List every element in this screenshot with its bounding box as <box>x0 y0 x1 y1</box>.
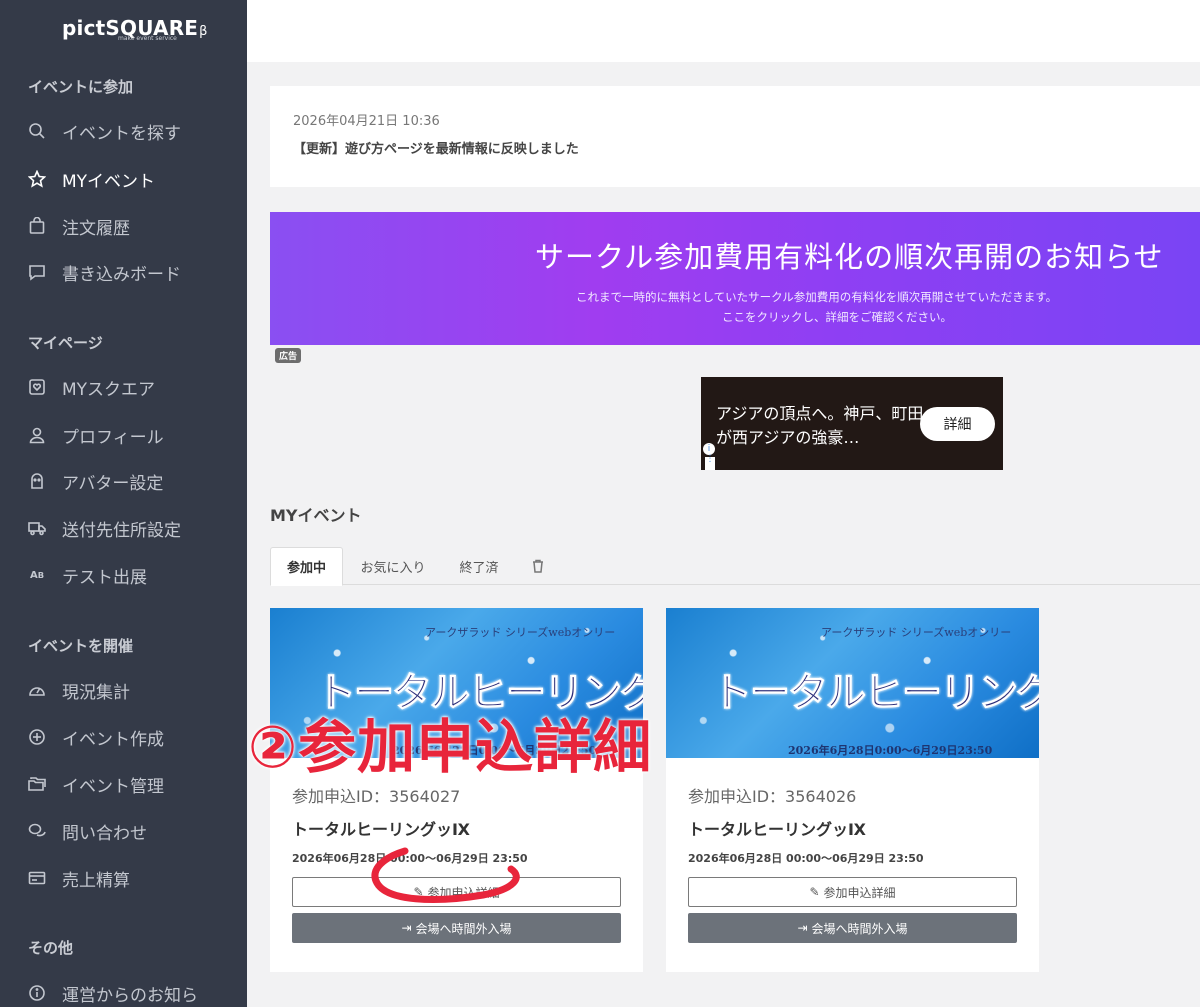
plus-circle-icon <box>28 728 46 746</box>
event-tabs: 参加中 お気に入り 終了済 <box>270 547 1200 586</box>
enter-venue-button[interactable]: ⇥ 会場へ時間外入場 <box>292 913 621 943</box>
sidebar-item-my-events[interactable]: MYイベント <box>28 164 155 194</box>
sidebar: pictSQUAREβ make event service イベントに参加 イ… <box>0 0 247 1007</box>
chats-icon <box>28 822 46 840</box>
section-title-join: イベントに参加 <box>28 78 134 96</box>
avatar-icon <box>28 472 46 490</box>
enter-icon: ⇥ <box>797 921 808 935</box>
event-card: アークザラッド シリーズwebオンリー トータルヒーリングッⅨ 2026年6月2… <box>270 608 643 972</box>
section-title-mypage: マイページ <box>28 334 103 352</box>
sidebar-item-order-history[interactable]: 注文履歴 <box>28 211 130 241</box>
truck-icon <box>28 519 46 537</box>
event-card: アークザラッド シリーズwebオンリー トータルヒーリングッⅨ 2026年6月2… <box>666 608 1039 972</box>
ab-icon: AB <box>29 569 45 581</box>
my-events-title: MYイベント <box>270 506 362 525</box>
image-subtitle: アークザラッド シリーズwebオンリー <box>425 626 616 639</box>
enter-icon: ⇥ <box>401 921 412 935</box>
brand-tagline: make event service <box>118 35 177 42</box>
sidebar-item-stats[interactable]: 現況集計 <box>28 675 130 705</box>
section-title-other: その他 <box>28 939 74 957</box>
entry-id: 参加申込ID：3564026 <box>688 787 857 806</box>
card-icon <box>28 869 46 887</box>
trash-icon[interactable] <box>522 547 554 585</box>
sidebar-item-create-event[interactable]: イベント作成 <box>28 722 164 752</box>
news-title[interactable]: 【更新】遊び方ページを最新情報に反映しました <box>293 138 579 157</box>
news-date: 2026年04月21日 10:36 <box>293 114 440 129</box>
ad-detail-button[interactable]: 詳細 <box>920 407 995 441</box>
event-period: 2026年06月28日 00:00〜06月29日 23:50 <box>688 852 924 865</box>
info-icon <box>28 984 46 1002</box>
announcement-banner[interactable]: サークル参加費用有料化の順次再開のお知らせ これまで一時的に無料としていたサーク… <box>270 212 1200 345</box>
banner-line-1: これまで一時的に無料としていたサークル参加費用の有料化を順次再開させていただきま… <box>576 290 1058 304</box>
tab-finished[interactable]: 終了済 <box>446 547 512 585</box>
square-heart-icon <box>28 378 46 396</box>
folders-icon <box>28 775 46 793</box>
news-card[interactable]: 2026年04月21日 10:36 【更新】遊び方ページを最新情報に反映しました <box>270 86 1200 187</box>
chat-icon <box>28 263 46 281</box>
sidebar-item-my-square[interactable]: MYスクエア <box>28 372 155 402</box>
sidebar-item-profile[interactable]: プロフィール <box>28 420 164 450</box>
annotation-label: ②参加申込詳細 <box>248 713 653 781</box>
sidebar-item-sales[interactable]: 売上精算 <box>28 863 130 893</box>
ad-box[interactable]: アジアの頂点へ。神戸、町田が西アジアの強豪… 詳細 i ⋮ <box>701 377 1003 470</box>
ad-text: アジアの頂点へ。神戸、町田が西アジアの強豪… <box>716 404 924 447</box>
top-header <box>247 0 1200 62</box>
event-name: トータルヒーリングッⅨ <box>292 820 470 839</box>
image-title: トータルヒーリングッⅨ <box>711 669 1039 717</box>
event-banner-image[interactable]: アークザラッド シリーズwebオンリー トータルヒーリングッⅨ 2026年6月2… <box>666 608 1039 758</box>
sidebar-item-avatar[interactable]: アバター設定 <box>28 466 163 496</box>
sidebar-item-announcements[interactable]: 運営からのお知ら <box>28 978 198 1007</box>
sidebar-item-manage-events[interactable]: イベント管理 <box>28 769 164 799</box>
entry-id: 参加申込ID：3564027 <box>292 787 461 806</box>
star-icon <box>28 170 46 188</box>
enter-venue-button[interactable]: ⇥ 会場へ時間外入場 <box>688 913 1017 943</box>
entry-detail-button[interactable]: ✎ 参加申込詳細 <box>688 877 1017 907</box>
bag-icon <box>28 217 46 235</box>
sidebar-item-contact[interactable]: 問い合わせ <box>28 816 147 846</box>
banner-line-2: ここをクリックし、詳細をご確認ください。 <box>722 310 952 324</box>
sidebar-item-board[interactable]: 書き込みボード <box>28 257 181 287</box>
event-name: トータルヒーリングッⅨ <box>688 820 866 839</box>
sidebar-item-test-exhibit[interactable]: AB テスト出展 <box>28 560 147 590</box>
pen-icon: ✎ <box>809 885 820 899</box>
ad-label: 広告 <box>275 348 302 363</box>
gauge-icon <box>28 681 46 699</box>
image-date: 2026年6月28日0:00〜6月29日23:50 <box>788 744 993 757</box>
ad-menu-icon[interactable]: ⋮ <box>705 455 715 470</box>
banner-title: サークル参加費用有料化の順次再開のお知らせ <box>535 240 1164 274</box>
annotation-circle <box>371 847 520 903</box>
image-subtitle: アークザラッド シリーズwebオンリー <box>821 626 1012 639</box>
section-title-host: イベントを開催 <box>28 637 134 655</box>
tab-participating[interactable]: 参加中 <box>270 547 343 586</box>
user-icon <box>28 426 46 444</box>
search-icon <box>28 122 46 140</box>
sidebar-item-address[interactable]: 送付先住所設定 <box>28 513 181 543</box>
tab-favorites[interactable]: お気に入り <box>348 547 438 585</box>
sidebar-item-find-events[interactable]: イベントを探す <box>28 116 181 146</box>
